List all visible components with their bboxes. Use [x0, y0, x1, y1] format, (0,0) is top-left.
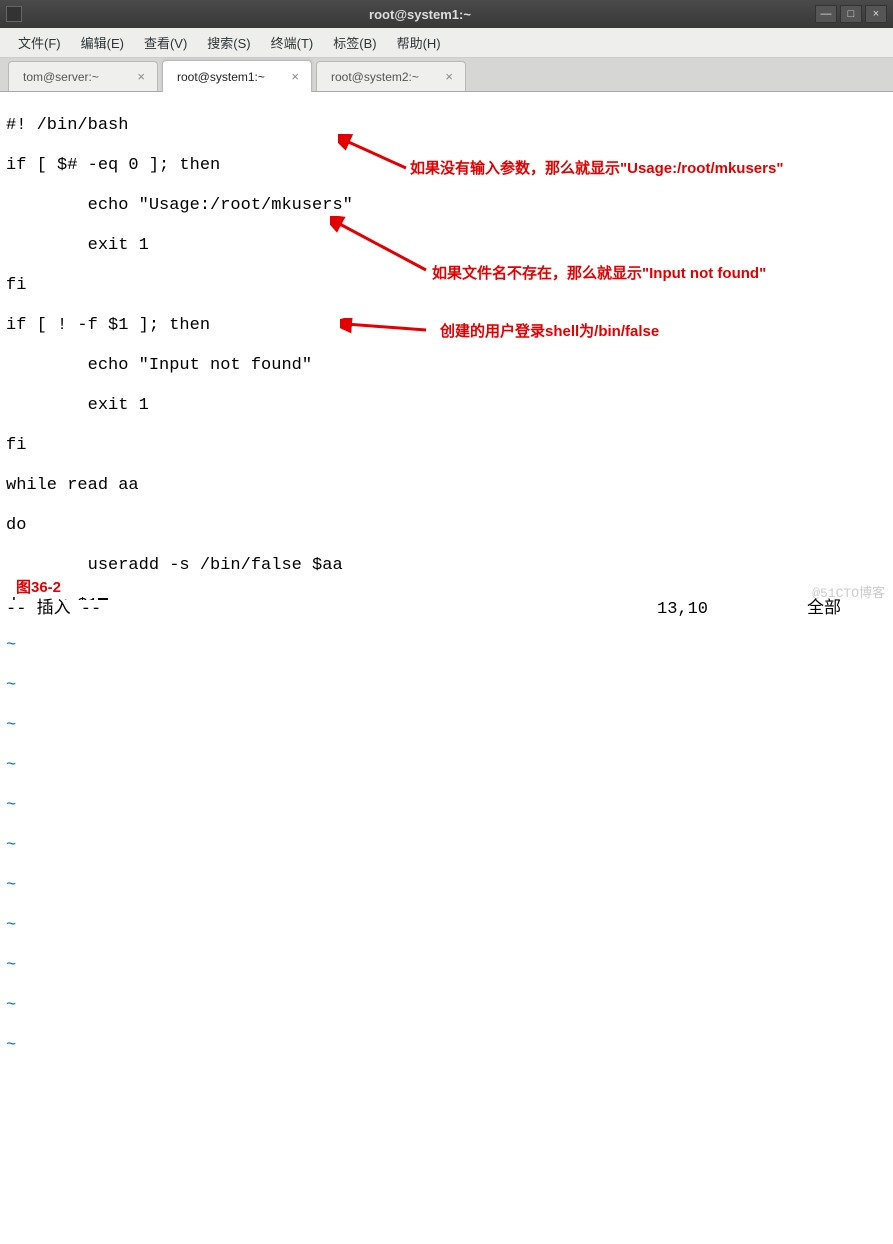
menu-tabs[interactable]: 标签(B)	[323, 29, 386, 56]
menu-help[interactable]: 帮助(H)	[387, 29, 451, 56]
empty-line-tilde: ~	[6, 716, 887, 736]
empty-line-tilde: ~	[6, 996, 887, 1016]
tab-bar: tom@server:~ × root@system1:~ × root@sys…	[0, 58, 893, 92]
empty-line-tilde: ~	[6, 876, 887, 896]
vim-cursor-pos: 13,10	[657, 600, 807, 622]
close-button[interactable]: ×	[865, 5, 887, 23]
tab-label: tom@server:~	[23, 70, 135, 84]
tab-root-system1[interactable]: root@system1:~ ×	[162, 60, 312, 92]
code-line: #! /bin/bash	[6, 116, 887, 136]
empty-line-tilde: ~	[6, 1036, 887, 1056]
annotation-useradd: 创建的用户登录shell为/bin/false	[440, 322, 659, 342]
empty-line-tilde: ~	[6, 676, 887, 696]
annotation-usage: 如果没有输入参数，那么就显示"Usage:/root/mkusers"	[410, 159, 783, 179]
code-line: useradd -s /bin/false $aa	[6, 556, 887, 576]
code-line: while read aa	[6, 476, 887, 496]
vim-mode: -- 插入 --	[6, 600, 101, 622]
empty-line-tilde: ~	[6, 836, 887, 856]
close-icon[interactable]: ×	[135, 69, 147, 84]
close-icon[interactable]: ×	[443, 69, 455, 84]
annotation-notfound: 如果文件名不存在，那么就显示"Input not found"	[432, 264, 766, 284]
terminal-content[interactable]: #! /bin/bash if [ $# -eq 0 ]; then echo …	[0, 92, 893, 622]
vim-scroll: 全部	[807, 600, 887, 622]
minimize-button[interactable]: —	[815, 5, 837, 23]
title-bar: root@system1:~ — □ ×	[0, 0, 893, 28]
menu-bar: 文件(F) 编辑(E) 查看(V) 搜索(S) 终端(T) 标签(B) 帮助(H…	[0, 28, 893, 58]
empty-line-tilde: ~	[6, 956, 887, 976]
window-title: root@system1:~	[28, 7, 812, 22]
menu-edit[interactable]: 编辑(E)	[71, 29, 134, 56]
code-line: exit 1	[6, 396, 887, 416]
code-line: exit 1	[6, 236, 887, 256]
empty-line-tilde: ~	[6, 916, 887, 936]
menu-view[interactable]: 查看(V)	[134, 29, 197, 56]
code-line: do	[6, 516, 887, 536]
empty-line-tilde: ~	[6, 636, 887, 656]
empty-line-tilde: ~	[6, 796, 887, 816]
code-line: echo "Usage:/root/mkusers"	[6, 196, 887, 216]
code-line: echo "Input not found"	[6, 356, 887, 376]
vim-status-bar: -- 插入 -- 13,10 全部	[0, 600, 893, 622]
figure-label: 图36-2	[16, 578, 61, 598]
close-icon[interactable]: ×	[289, 69, 301, 84]
menu-file[interactable]: 文件(F)	[8, 29, 71, 56]
tab-root-system2[interactable]: root@system2:~ ×	[316, 61, 466, 91]
tab-label: root@system1:~	[177, 70, 289, 84]
menu-terminal[interactable]: 终端(T)	[261, 29, 324, 56]
tab-tom-server[interactable]: tom@server:~ ×	[8, 61, 158, 91]
maximize-button[interactable]: □	[840, 5, 862, 23]
menu-search[interactable]: 搜索(S)	[197, 29, 260, 56]
code-line: fi	[6, 436, 887, 456]
app-icon	[6, 6, 22, 22]
empty-line-tilde: ~	[6, 756, 887, 776]
tab-label: root@system2:~	[331, 70, 443, 84]
